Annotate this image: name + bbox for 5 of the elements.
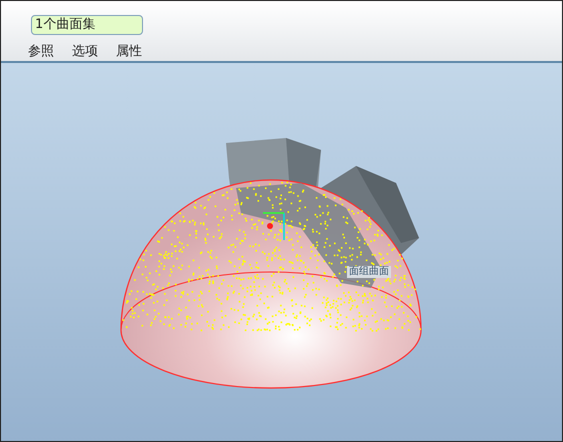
collector-field[interactable]: 1个曲面集 [31,15,143,35]
panel-tab[interactable]: 参照 [28,42,54,60]
surface-label: 面组曲面 [347,266,391,278]
panel-tab[interactable]: 属性 [116,42,142,60]
panel-tab[interactable]: 选项 [72,42,98,60]
